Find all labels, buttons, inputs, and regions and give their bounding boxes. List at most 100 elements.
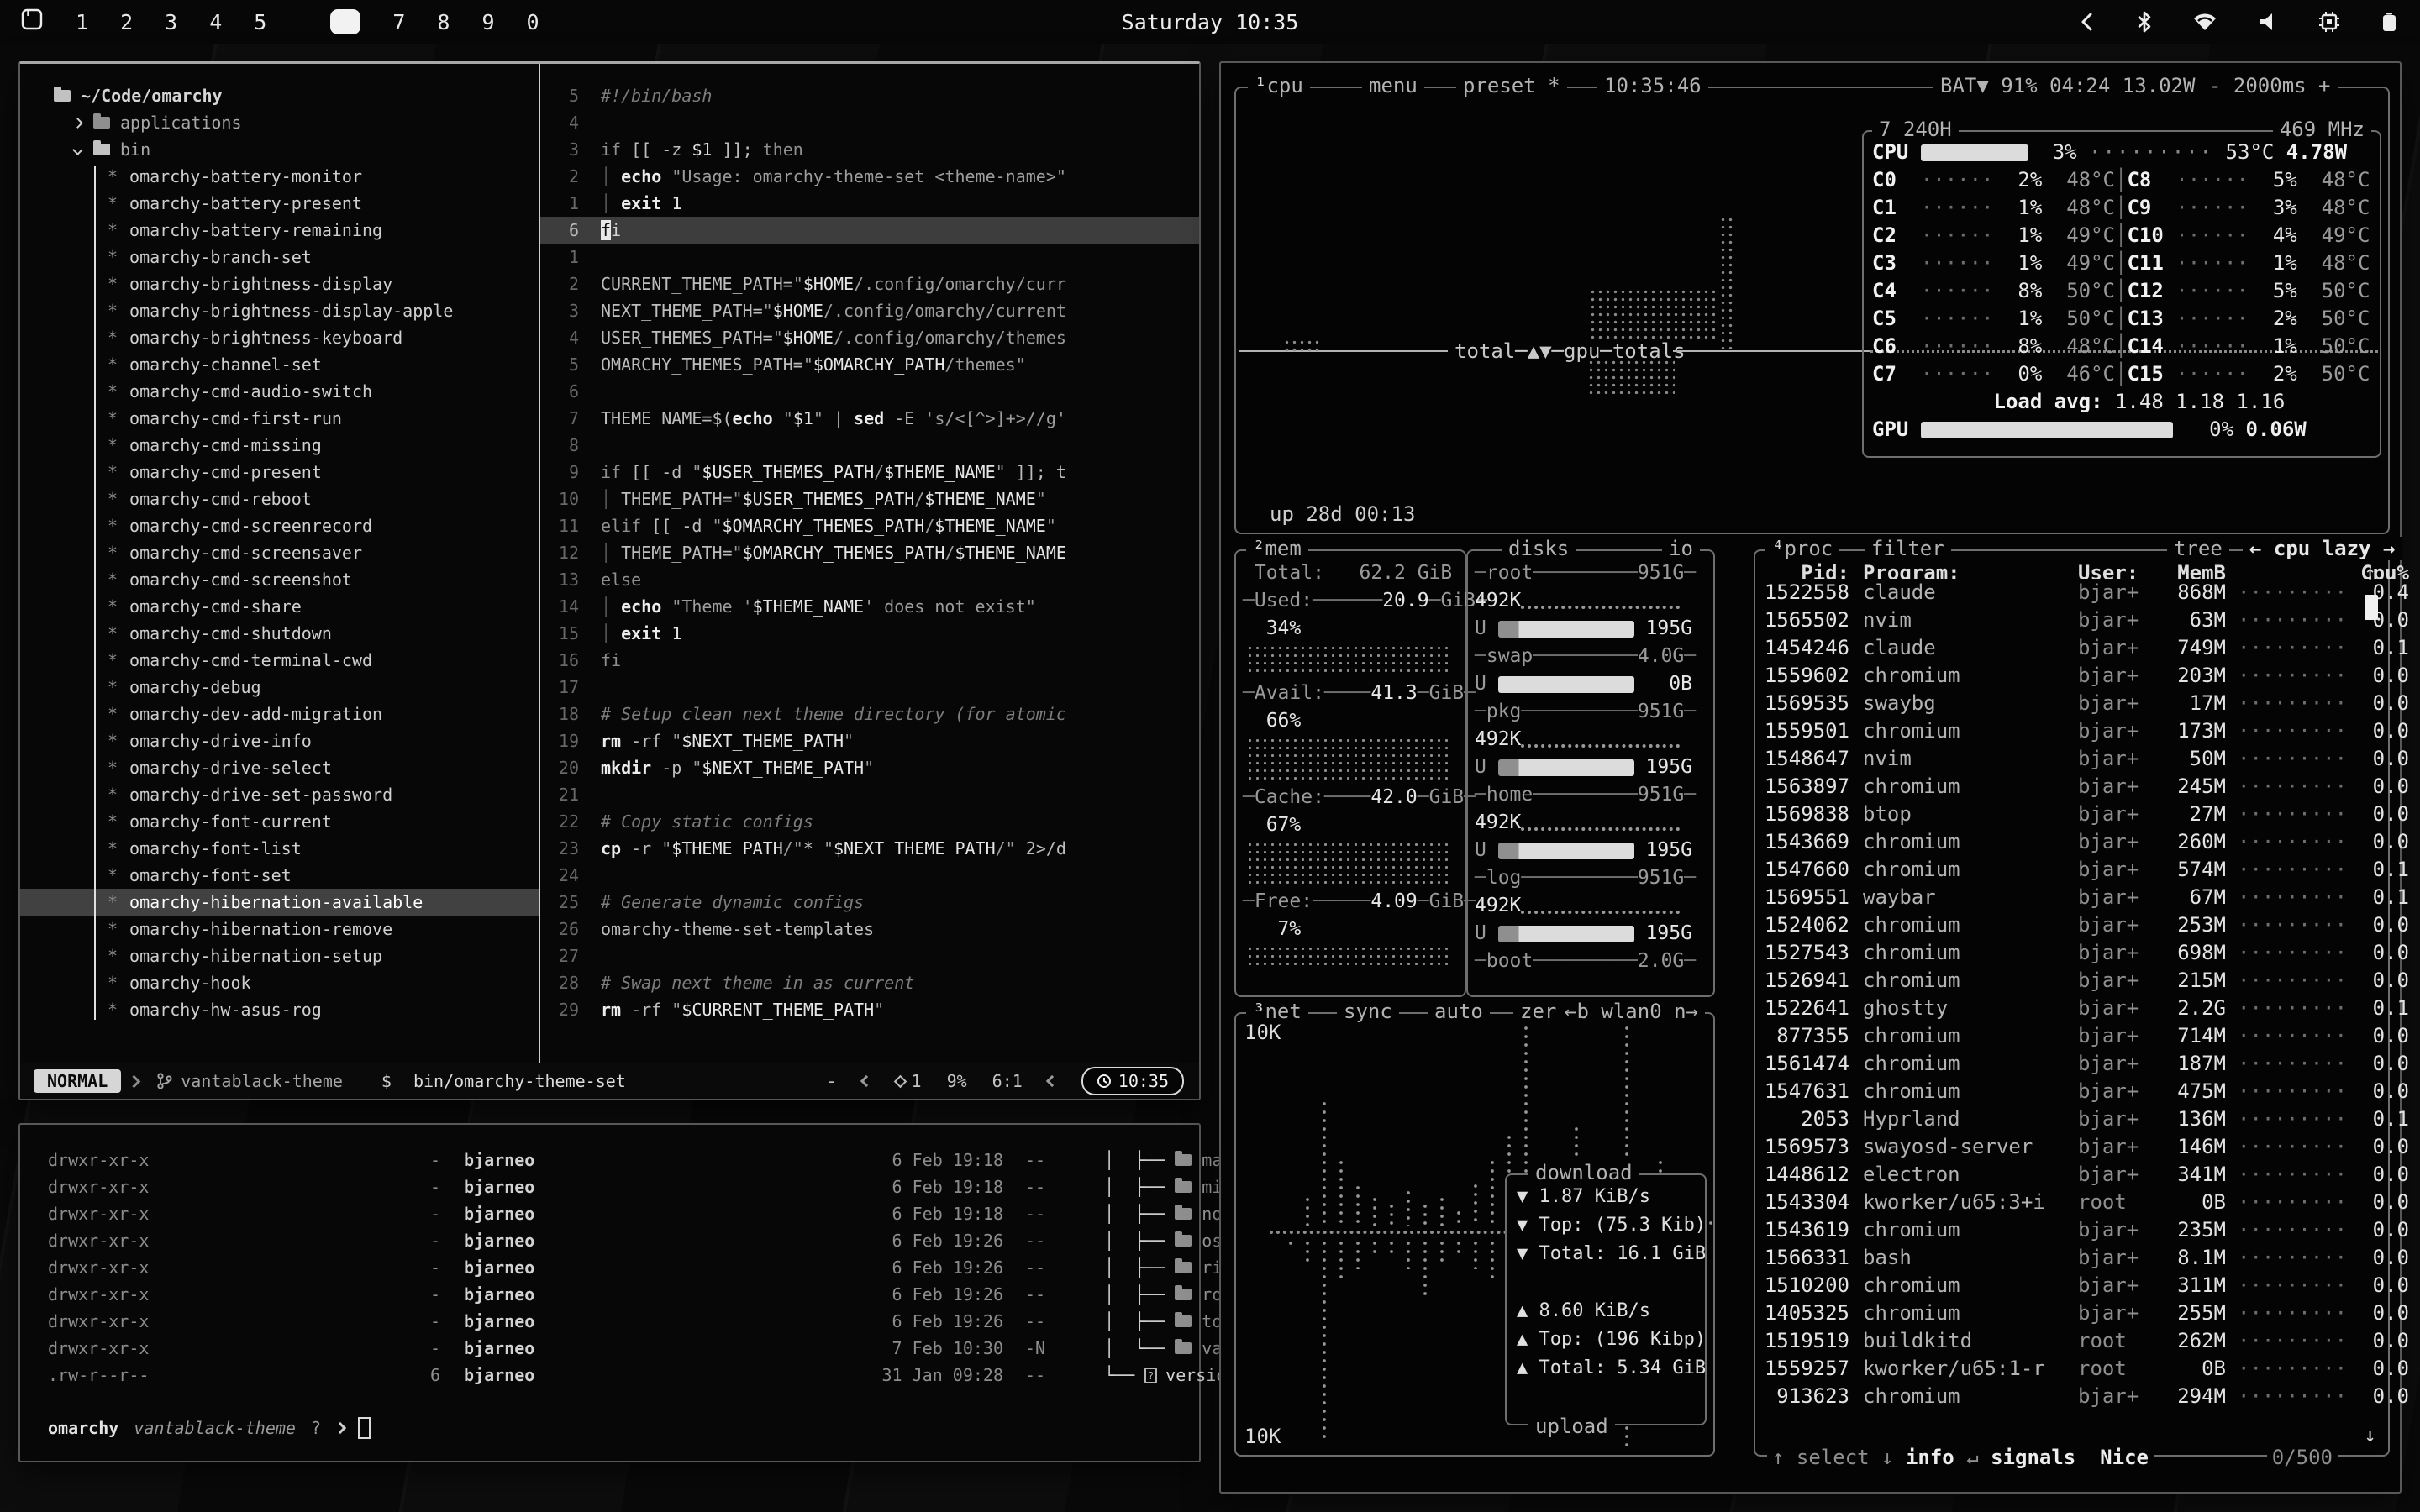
- tree-item[interactable]: *omarchy-debug: [20, 674, 539, 701]
- tree-item[interactable]: *omarchy-cmd-audio-switch: [20, 378, 539, 405]
- tree-item[interactable]: *omarchy-cmd-terminal-cwd: [20, 647, 539, 674]
- scroll-up-icon[interactable]: ↑: [2365, 561, 2376, 585]
- tree-item[interactable]: *omarchy-channel-set: [20, 351, 539, 378]
- process-row[interactable]: 1569573swayosd-serverbjar+146M·········0…: [1755, 1133, 2388, 1161]
- tree-item[interactable]: *omarchy-cmd-screensaver: [20, 539, 539, 566]
- update-interval[interactable]: - 2000ms +: [2202, 74, 2338, 97]
- proc-box-title[interactable]: ⁴proc: [1765, 537, 1839, 560]
- workspace-active-badge[interactable]: [330, 9, 360, 34]
- tree-item[interactable]: *omarchy-cmd-first-run: [20, 405, 539, 432]
- tree-dir-bin[interactable]: bin: [20, 136, 539, 163]
- tree-item[interactable]: *omarchy-drive-info: [20, 727, 539, 754]
- process-row[interactable]: 1561474chromiumbjar+187M·········0.0: [1755, 1050, 2388, 1078]
- process-row[interactable]: 2053Hyprlandbjar+136M·········0.1: [1755, 1105, 2388, 1133]
- tree-item[interactable]: *omarchy-hook: [20, 969, 539, 996]
- workspace-3[interactable]: 3: [165, 10, 177, 34]
- filter-button[interactable]: filter: [1865, 537, 1951, 560]
- workspace-5[interactable]: 5: [254, 10, 266, 34]
- tree-item[interactable]: *omarchy-cmd-share: [20, 593, 539, 620]
- process-row[interactable]: 1563897chromiumbjar+245M·········0.0: [1755, 773, 2388, 801]
- net-interface[interactable]: ←b wlan0 n→: [1558, 1000, 1705, 1023]
- process-row[interactable]: 1565502nvimbjar+63M·········0.0: [1755, 606, 2388, 634]
- process-row[interactable]: 1569838btopbjar+27M·········0.0: [1755, 801, 2388, 828]
- tree-item[interactable]: *omarchy-cmd-missing: [20, 432, 539, 459]
- process-row[interactable]: 1522558claudebjar+868M·········0.4: [1755, 579, 2388, 606]
- tree-item[interactable]: *omarchy-font-current: [20, 808, 539, 835]
- tree-item[interactable]: *omarchy-battery-remaining: [20, 217, 539, 244]
- chevron-left-icon[interactable]: [2077, 10, 2097, 34]
- tree-toggle[interactable]: tree: [2167, 537, 2229, 560]
- process-row[interactable]: 1510200chromiumbjar+311M·········0.0: [1755, 1272, 2388, 1299]
- tree-item[interactable]: *omarchy-hibernation-setup: [20, 942, 539, 969]
- net-box-title[interactable]: ³net: [1246, 1000, 1308, 1023]
- proc-footer-hints[interactable]: ↑ select ↓ info ↵ signals Nice: [1767, 1446, 2154, 1469]
- tree-item[interactable]: *omarchy-battery-present: [20, 190, 539, 217]
- tree-item[interactable]: *omarchy-font-set: [20, 862, 539, 889]
- disks-box-title[interactable]: disks: [1502, 537, 1576, 560]
- process-row[interactable]: 1519519buildkitdroot262M·········0.0: [1755, 1327, 2388, 1355]
- cpu-box-title[interactable]: ¹cpu: [1248, 74, 1310, 97]
- process-row[interactable]: 1569551waybarbjar+67M·········0.1: [1755, 884, 2388, 911]
- workspace-9[interactable]: 9: [481, 10, 494, 34]
- battery-icon[interactable]: [2380, 10, 2398, 34]
- process-row[interactable]: 1559501chromiumbjar+173M·········0.0: [1755, 717, 2388, 745]
- process-row[interactable]: 1566331bashbjar+8.1M·········0.0: [1755, 1244, 2388, 1272]
- process-row[interactable]: 913623chromiumbjar+294M·········0.0: [1755, 1383, 2388, 1410]
- tree-item[interactable]: *omarchy-brightness-display: [20, 270, 539, 297]
- process-row[interactable]: 1454246claudebjar+749M·········0.1: [1755, 634, 2388, 662]
- preset-button[interactable]: preset *: [1456, 74, 1567, 97]
- net-auto-tab[interactable]: auto: [1428, 1000, 1490, 1023]
- process-row[interactable]: 1548647nvimbjar+50M·········0.0: [1755, 745, 2388, 773]
- process-row[interactable]: 1547631chromiumbjar+475M·········0.0: [1755, 1078, 2388, 1105]
- scrollbar-thumb[interactable]: [2365, 595, 2378, 620]
- tree-item[interactable]: *omarchy-dev-add-migration: [20, 701, 539, 727]
- tree-item[interactable]: *omarchy-cmd-shutdown: [20, 620, 539, 647]
- net-sync-tab[interactable]: sync: [1337, 1000, 1399, 1023]
- process-row[interactable]: 877355chromiumbjar+714M·········0.0: [1755, 1022, 2388, 1050]
- volume-icon[interactable]: [2257, 10, 2279, 34]
- tree-item[interactable]: *omarchy-hibernation-remove: [20, 916, 539, 942]
- tree-item[interactable]: *omarchy-cmd-present: [20, 459, 539, 486]
- code-editor[interactable]: 5#!/bin/bash43if [[ -z $1 ]]; then2│ ech…: [540, 64, 1201, 1068]
- cpu-chip-icon[interactable]: [2317, 10, 2341, 34]
- tree-item[interactable]: *omarchy-hw-asus-rog: [20, 996, 539, 1023]
- omarchy-logo-icon[interactable]: [20, 8, 44, 36]
- process-row[interactable]: 1527543chromiumbjar+698M·········0.0: [1755, 939, 2388, 967]
- bluetooth-icon[interactable]: [2136, 10, 2153, 34]
- workspace-7[interactable]: 7: [392, 10, 405, 34]
- process-row[interactable]: 1569535swaybgbjar+17M·········0.0: [1755, 690, 2388, 717]
- process-row[interactable]: 1559602chromiumbjar+203M·········0.0: [1755, 662, 2388, 690]
- tree-item[interactable]: *omarchy-branch-set: [20, 244, 539, 270]
- tree-item[interactable]: *omarchy-drive-set-password: [20, 781, 539, 808]
- workspace-0[interactable]: 0: [527, 10, 539, 34]
- process-row[interactable]: 1526941chromiumbjar+215M·········0.0: [1755, 967, 2388, 995]
- menu-button[interactable]: menu: [1362, 74, 1424, 97]
- tree-item[interactable]: *omarchy-hibernation-available: [20, 889, 539, 916]
- process-row[interactable]: 1547660chromiumbjar+574M·········0.1: [1755, 856, 2388, 884]
- process-row[interactable]: 1559257kworker/u65:1-rroot0B·········0.0: [1755, 1355, 2388, 1383]
- workspace-2[interactable]: 2: [120, 10, 133, 34]
- shell-prompt[interactable]: omarchy vantablack-theme ?: [48, 1417, 371, 1439]
- workspace-1[interactable]: 1: [76, 10, 88, 34]
- tree-dir-applications[interactable]: applications: [20, 109, 539, 136]
- workspace-4[interactable]: 4: [209, 10, 222, 34]
- process-row[interactable]: 1543669chromiumbjar+260M·········0.0: [1755, 828, 2388, 856]
- process-row[interactable]: 1543619chromiumbjar+235M·········0.0: [1755, 1216, 2388, 1244]
- process-row[interactable]: 1448612electronbjar+341M·········0.0: [1755, 1161, 2388, 1189]
- tree-item[interactable]: *omarchy-brightness-keyboard: [20, 324, 539, 351]
- process-row[interactable]: 1524062chromiumbjar+253M·········0.0: [1755, 911, 2388, 939]
- process-row[interactable]: 1405325chromiumbjar+255M·········0.0: [1755, 1299, 2388, 1327]
- tree-root[interactable]: ~/Code/omarchy: [20, 82, 539, 109]
- tree-item[interactable]: *omarchy-drive-select: [20, 754, 539, 781]
- tree-item[interactable]: *omarchy-brightness-display-apple: [20, 297, 539, 324]
- tree-item[interactable]: *omarchy-cmd-screenrecord: [20, 512, 539, 539]
- wifi-icon[interactable]: [2191, 10, 2218, 34]
- scroll-down-icon[interactable]: ↓: [2365, 1423, 2376, 1446]
- sort-selector[interactable]: ← cpu lazy →: [2243, 537, 2402, 560]
- process-row[interactable]: 1543304kworker/u65:3+iroot0B·········0.0: [1755, 1189, 2388, 1216]
- mem-box-title[interactable]: ²mem: [1246, 537, 1308, 560]
- tree-item[interactable]: *omarchy-font-list: [20, 835, 539, 862]
- workspace-8[interactable]: 8: [437, 10, 450, 34]
- tree-item[interactable]: *omarchy-cmd-reboot: [20, 486, 539, 512]
- process-row[interactable]: 1522641ghosttybjar+2.2G·········0.1: [1755, 995, 2388, 1022]
